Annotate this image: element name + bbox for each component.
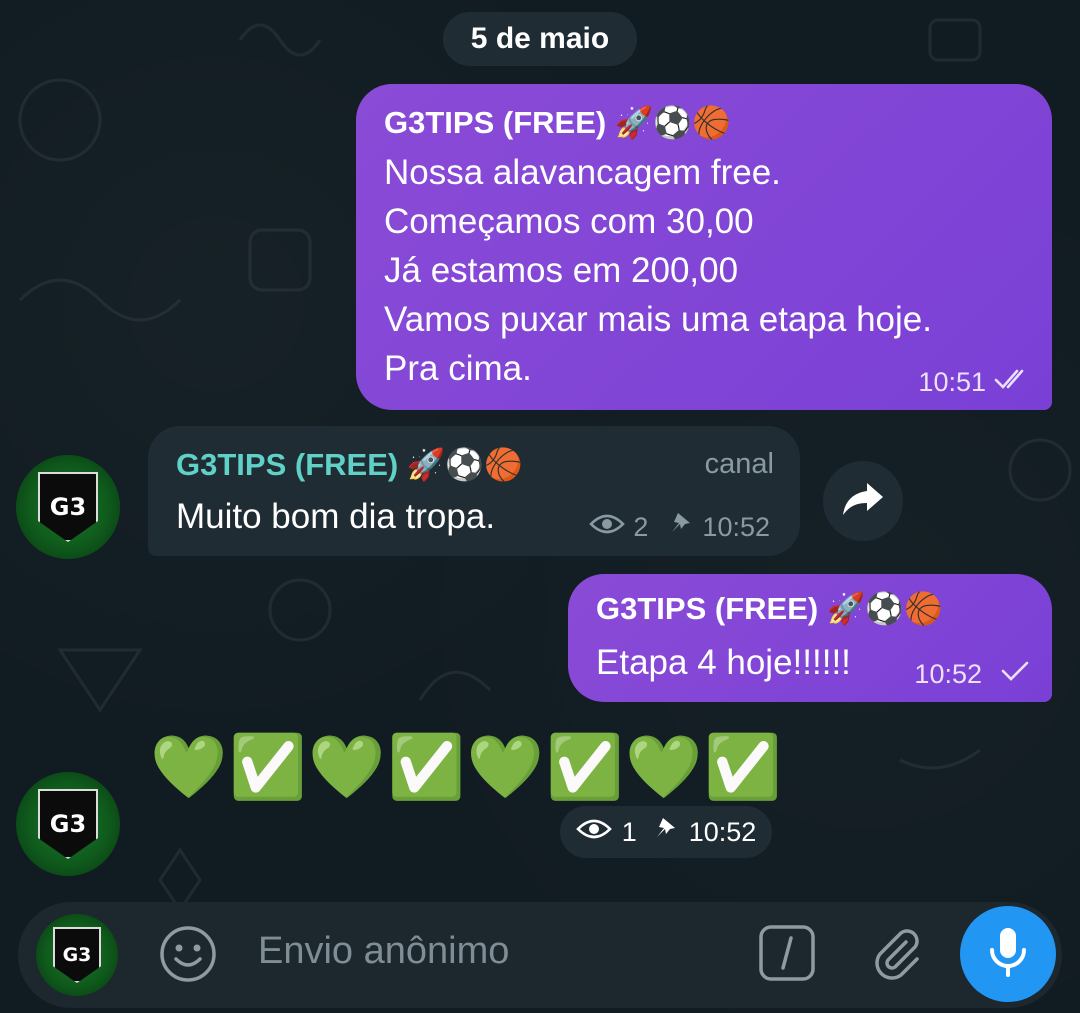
emoji-button[interactable] bbox=[158, 925, 218, 988]
message-text: Muito bom dia tropa. bbox=[176, 497, 496, 536]
message-meta: 2 10:52 bbox=[589, 511, 770, 544]
message-line: Começamos com 30,00 bbox=[384, 202, 754, 241]
pin-icon bbox=[655, 816, 679, 849]
pin-icon bbox=[670, 511, 694, 544]
message-input[interactable]: Envio anônimo bbox=[258, 930, 509, 973]
message-meta: 10:52 bbox=[914, 659, 1030, 690]
microphone-icon bbox=[986, 926, 1030, 983]
message-text: Nossa alavancagem free. Começamos com 30… bbox=[384, 148, 932, 393]
message-sender: G3TIPS (FREE) 🚀⚽🏀 bbox=[384, 105, 731, 140]
message-meta: 1 10:52 bbox=[560, 806, 772, 858]
message-time: 10:51 bbox=[918, 367, 986, 397]
message-sender[interactable]: G3TIPS (FREE) 🚀⚽🏀 bbox=[176, 446, 523, 483]
double-check-icon bbox=[994, 367, 1034, 398]
single-check-icon bbox=[1000, 659, 1030, 690]
message-bubble[interactable]: G3TIPS (FREE) 🚀⚽🏀 Etapa 4 hoje!!!!!! 10:… bbox=[568, 574, 1052, 702]
share-arrow-icon bbox=[841, 479, 885, 524]
message-line: Pra cima. bbox=[384, 349, 532, 388]
message-bubble[interactable]: G3TIPS (FREE) 🚀⚽🏀 canal Muito bom dia tr… bbox=[148, 426, 800, 556]
smiley-icon bbox=[159, 925, 217, 988]
message-meta: 10:51 bbox=[918, 367, 1034, 398]
forward-button[interactable] bbox=[823, 461, 903, 541]
channel-logo: G3 bbox=[38, 472, 98, 542]
channel-logo: G3 bbox=[53, 927, 101, 983]
eye-icon bbox=[575, 817, 612, 848]
channel-badge: canal bbox=[704, 448, 774, 480]
channel-avatar[interactable]: G3 bbox=[16, 455, 120, 559]
attach-button[interactable] bbox=[864, 924, 926, 986]
message-bubble[interactable]: G3TIPS (FREE) 🚀⚽🏀 Nossa alavancagem free… bbox=[356, 84, 1052, 410]
message-time: 10:52 bbox=[688, 816, 757, 847]
message-line: Já estamos em 200,00 bbox=[384, 251, 739, 290]
message-line: Vamos puxar mais uma etapa hoje. bbox=[384, 300, 932, 339]
eye-icon bbox=[589, 512, 626, 543]
message-sender: G3TIPS (FREE) 🚀⚽🏀 bbox=[596, 591, 943, 626]
message-time: 10:52 bbox=[702, 512, 770, 542]
message-line: Nossa alavancagem free. bbox=[384, 153, 781, 192]
slash-command-icon bbox=[758, 924, 816, 987]
emoji-message[interactable]: 💚✅💚✅💚✅💚✅ bbox=[150, 730, 784, 804]
view-count: 2 bbox=[633, 512, 649, 542]
channel-logo: G3 bbox=[38, 789, 98, 859]
message-composer: G3 Envio anônimo bbox=[18, 902, 1062, 1008]
bot-commands-button[interactable] bbox=[756, 924, 818, 986]
view-count: 1 bbox=[621, 816, 637, 847]
send-as-avatar[interactable]: G3 bbox=[36, 914, 118, 996]
message-time: 10:52 bbox=[914, 659, 982, 689]
channel-avatar[interactable]: G3 bbox=[16, 772, 120, 876]
message-text: Etapa 4 hoje!!!!!! bbox=[596, 643, 851, 682]
paperclip-icon bbox=[866, 924, 924, 987]
date-separator: 5 de maio bbox=[443, 12, 637, 66]
voice-record-button[interactable] bbox=[960, 906, 1056, 1002]
